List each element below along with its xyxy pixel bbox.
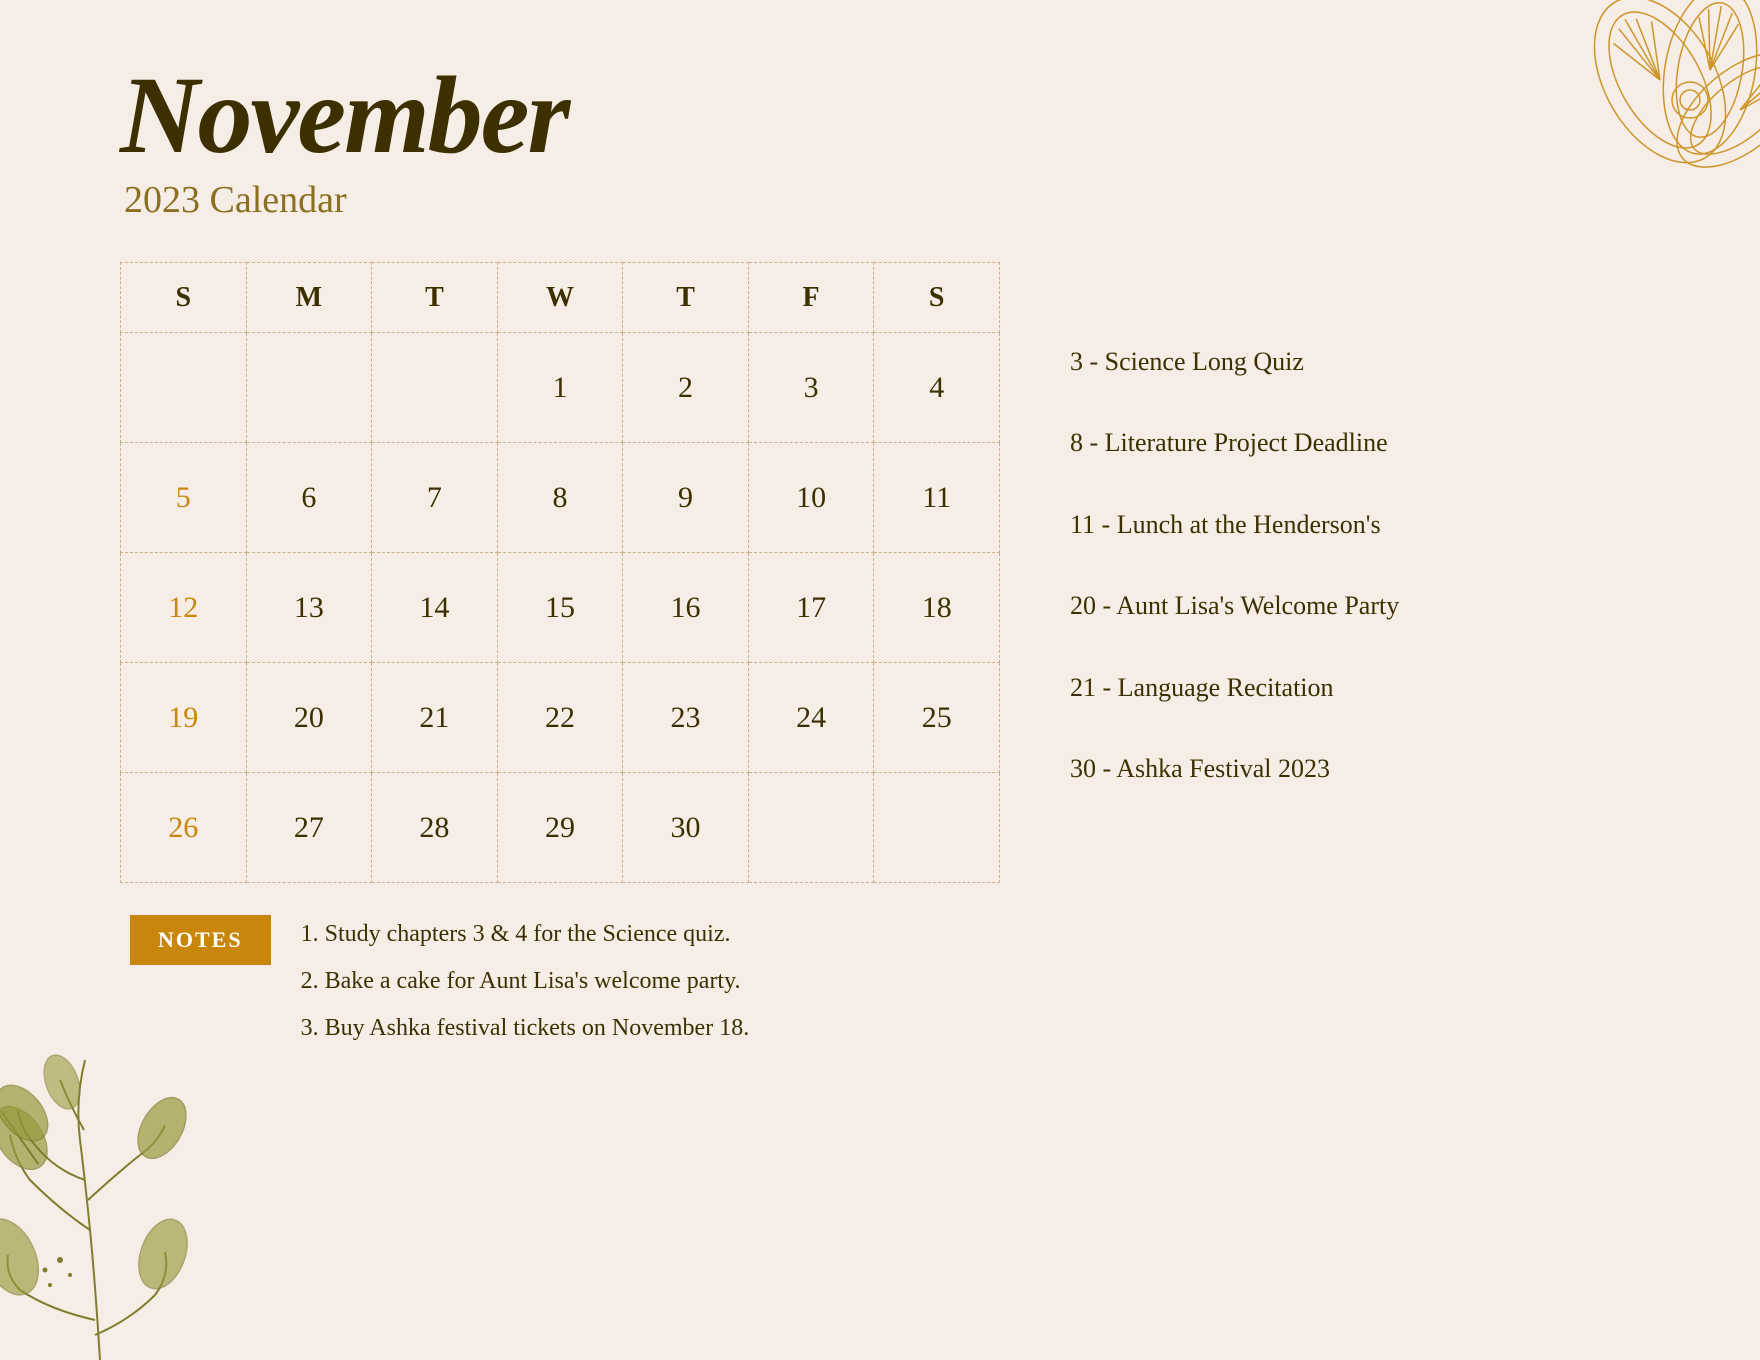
calendar-cell-3-1: 20 <box>246 663 372 773</box>
note-item-2: 2. Bake a cake for Aunt Lisa's welcome p… <box>301 960 750 1003</box>
calendar-cell-4-1: 27 <box>246 773 372 883</box>
calendar-cell-0-5: 3 <box>748 333 874 443</box>
calendar-cell-0-6: 4 <box>874 333 1000 443</box>
day-header-4: T <box>623 263 749 333</box>
calendar-cell-0-0 <box>121 333 247 443</box>
calendar-cell-4-6 <box>874 773 1000 883</box>
calendar-cell-3-0: 19 <box>121 663 247 773</box>
calendar-cell-3-2: 21 <box>372 663 498 773</box>
month-title: November <box>120 60 1680 170</box>
calendar-cell-3-4: 23 <box>623 663 749 773</box>
calendar-week-1: 567891011 <box>121 443 1000 553</box>
calendar-table: SMTWTFS 12345678910111213141516171819202… <box>120 262 1000 883</box>
notes-content: 1. Study chapters 3 & 4 for the Science … <box>301 913 750 1055</box>
calendar-cell-2-3: 15 <box>497 553 623 663</box>
event-item-1: 8 - Literature Project Deadline <box>1060 403 1680 484</box>
calendar-cell-1-5: 10 <box>748 443 874 553</box>
calendar-cell-0-1 <box>246 333 372 443</box>
note-item-3: 3. Buy Ashka festival tickets on Novembe… <box>301 1007 750 1050</box>
calendar-cell-4-4: 30 <box>623 773 749 883</box>
calendar-cell-0-2 <box>372 333 498 443</box>
notes-section: NOTES 1. Study chapters 3 & 4 for the Sc… <box>120 913 1000 1055</box>
day-header-6: S <box>874 263 1000 333</box>
event-item-5: 30 - Ashka Festival 2023 <box>1060 729 1680 810</box>
note-item-1: 1. Study chapters 3 & 4 for the Science … <box>301 913 750 956</box>
event-item-4: 21 - Language Recitation <box>1060 648 1680 729</box>
notes-badge: NOTES <box>130 915 271 965</box>
calendar-cell-0-4: 2 <box>623 333 749 443</box>
content-area: SMTWTFS 12345678910111213141516171819202… <box>120 262 1680 1300</box>
calendar-cell-3-6: 25 <box>874 663 1000 773</box>
calendar-header-row: SMTWTFS <box>121 263 1000 333</box>
calendar-cell-4-2: 28 <box>372 773 498 883</box>
day-header-1: M <box>246 263 372 333</box>
calendar-cell-1-3: 8 <box>497 443 623 553</box>
calendar-cell-1-2: 7 <box>372 443 498 553</box>
year-subtitle: 2023 Calendar <box>124 178 1680 222</box>
event-item-0: 3 - Science Long Quiz <box>1060 322 1680 403</box>
calendar-cell-2-2: 14 <box>372 553 498 663</box>
calendar-cell-2-5: 17 <box>748 553 874 663</box>
events-section: 3 - Science Long Quiz8 - Literature Proj… <box>1060 262 1680 1300</box>
calendar-cell-3-5: 24 <box>748 663 874 773</box>
calendar-body: 1234567891011121314151617181920212223242… <box>121 333 1000 883</box>
title-section: November 2023 Calendar <box>120 60 1680 222</box>
calendar-cell-4-5 <box>748 773 874 883</box>
calendar-cell-2-0: 12 <box>121 553 247 663</box>
calendar-cell-2-1: 13 <box>246 553 372 663</box>
calendar-week-3: 19202122232425 <box>121 663 1000 773</box>
day-header-0: S <box>121 263 247 333</box>
calendar-week-0: 1234 <box>121 333 1000 443</box>
calendar-cell-4-0: 26 <box>121 773 247 883</box>
calendar-cell-2-6: 18 <box>874 553 1000 663</box>
day-header-3: W <box>497 263 623 333</box>
calendar-cell-1-1: 6 <box>246 443 372 553</box>
day-header-5: F <box>748 263 874 333</box>
calendar-cell-1-6: 11 <box>874 443 1000 553</box>
calendar-cell-1-0: 5 <box>121 443 247 553</box>
event-item-2: 11 - Lunch at the Henderson's <box>1060 485 1680 566</box>
event-item-3: 20 - Aunt Lisa's Welcome Party <box>1060 566 1680 647</box>
calendar-cell-2-4: 16 <box>623 553 749 663</box>
calendar-cell-1-4: 9 <box>623 443 749 553</box>
calendar-week-4: 2627282930 <box>121 773 1000 883</box>
calendar-cell-0-3: 1 <box>497 333 623 443</box>
calendar-cell-4-3: 29 <box>497 773 623 883</box>
main-container: November 2023 Calendar SMTWTFS 123456789… <box>0 0 1760 1360</box>
calendar-section: SMTWTFS 12345678910111213141516171819202… <box>120 262 1000 1300</box>
day-header-2: T <box>372 263 498 333</box>
calendar-week-2: 12131415161718 <box>121 553 1000 663</box>
calendar-cell-3-3: 22 <box>497 663 623 773</box>
